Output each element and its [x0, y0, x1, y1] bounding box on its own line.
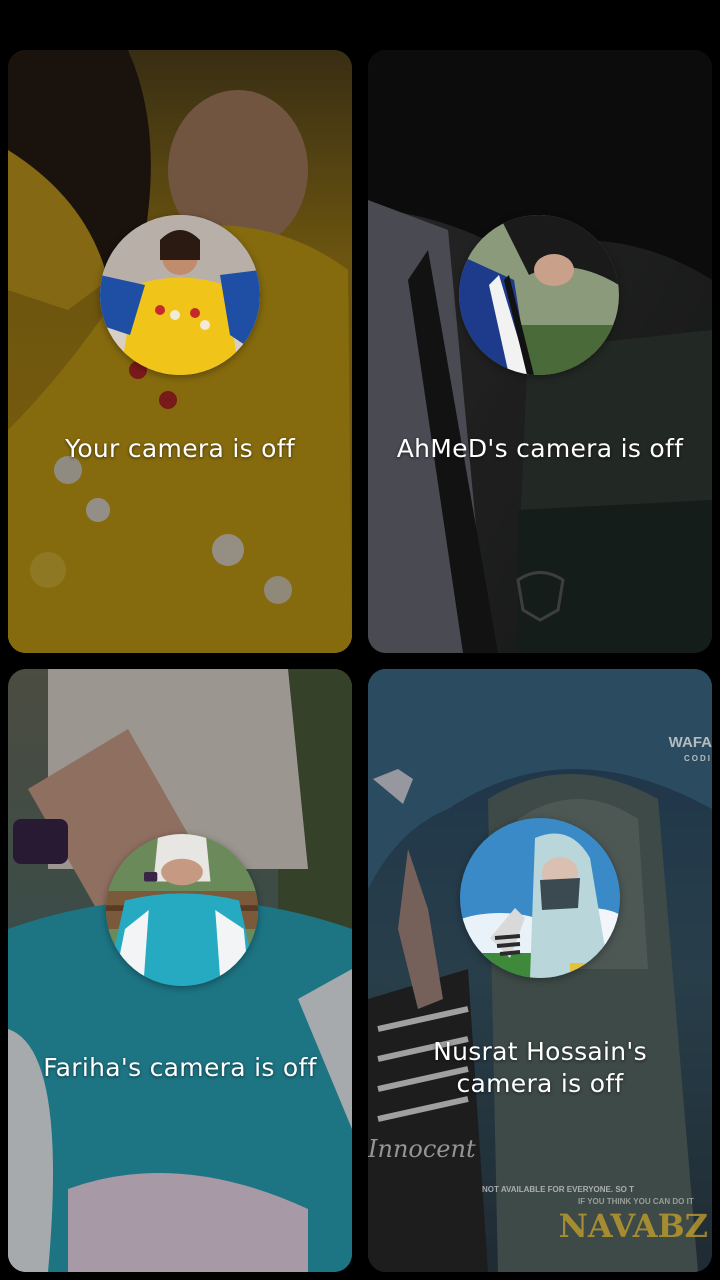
watermark-top: WAFA CODI: [668, 734, 712, 764]
participant-tile-self[interactable]: Your camera is off: [8, 50, 352, 653]
watermark-caption-2: IF YOU THINK YOU CAN DO IT: [578, 1197, 694, 1206]
participant-tile-fariha[interactable]: Fariha's camera is off: [8, 669, 352, 1272]
participant-tile-nusrat[interactable]: WAFA CODI Innocent NOT AVAILABLE FOR EVE…: [368, 669, 712, 1272]
camera-off-label: AhMeD's camera is off: [396, 434, 684, 463]
woman-in-teal-dress-avatar: [106, 834, 258, 986]
camera-off-label: Fariha's camera is off: [43, 1053, 317, 1082]
watermark-caption-1: NOT AVAILABLE FOR EVERYONE. SO T: [482, 1185, 635, 1194]
watermark-innocent: Innocent: [368, 1135, 476, 1163]
video-call-grid: Your camera is off AhMeD's camera is off…: [0, 0, 720, 1280]
bride-in-yellow-avatar: [100, 215, 260, 375]
man-in-suit-avatar: [459, 215, 619, 375]
camera-off-label: Your camera is off: [65, 434, 295, 463]
camera-off-label: Nusrat Hossain's camera is off: [433, 1037, 647, 1098]
participant-tile-ahmed[interactable]: AhMeD's camera is off: [368, 50, 712, 653]
watermark-brand: NAVABZ: [558, 1207, 708, 1245]
woman-in-hijab-avatar: [460, 818, 620, 978]
